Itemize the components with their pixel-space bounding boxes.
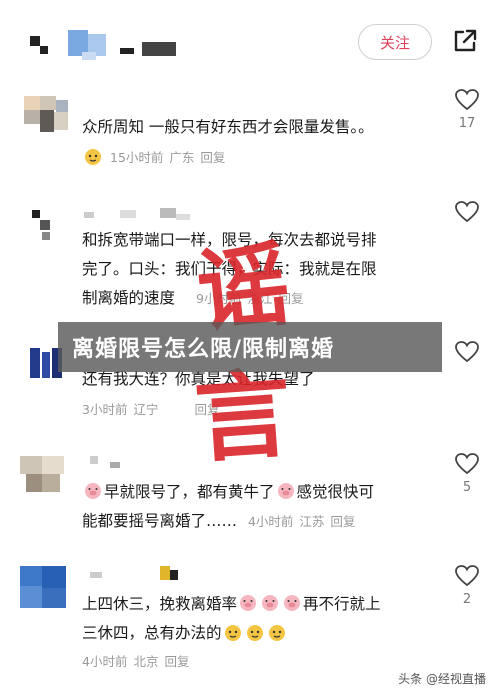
- heart-icon: [455, 565, 479, 587]
- comment-meta: 4小时前 北京 回复: [82, 651, 189, 670]
- like-button[interactable]: 5: [452, 452, 482, 495]
- follow-button[interactable]: 关注: [358, 24, 432, 60]
- comment-meta: 4小时前 江苏 回复: [248, 507, 355, 536]
- reply-button[interactable]: 回复: [200, 147, 225, 166]
- like-count: 17: [458, 116, 476, 131]
- user-name-pixelated: [24, 30, 184, 60]
- comment-location: 北京: [133, 654, 159, 669]
- comment-location: 广东: [169, 149, 195, 165]
- like-button[interactable]: 17: [452, 88, 482, 131]
- emoji-pig-icon: [262, 595, 279, 611]
- heart-icon: [455, 201, 479, 223]
- comment-text: 上四休三，挽救离婚率 再不行就上 三休四，总有办法的: [82, 595, 381, 642]
- comment-time: 3小时前: [82, 402, 128, 417]
- user-name-pixelated: [84, 566, 184, 582]
- avatar[interactable]: [28, 206, 58, 242]
- comment-location: 江苏: [299, 514, 325, 529]
- emoji-face-icon: [224, 625, 241, 641]
- avatar[interactable]: [20, 96, 70, 134]
- comment-time: 15小时前: [110, 149, 164, 165]
- avatar[interactable]: [20, 566, 68, 610]
- comment-time: 4小时前: [82, 654, 128, 669]
- heart-icon: [455, 341, 479, 363]
- comment-time: 4小时前: [247, 514, 294, 529]
- emoji-face-icon: [246, 625, 263, 641]
- heart-icon: [455, 89, 479, 111]
- like-button[interactable]: 2: [452, 564, 482, 607]
- emoji-face-icon: [85, 149, 101, 165]
- emoji-pig-icon: [85, 483, 101, 499]
- like-count: 5: [462, 480, 472, 495]
- reply-button[interactable]: 回复: [330, 507, 355, 536]
- title-banner: 离婚限号怎么限/限制离婚: [58, 322, 442, 372]
- watermark: 头条 @经视直播: [398, 672, 486, 686]
- comment-meta: 15小时前 广东 回复: [82, 146, 225, 166]
- svg-text:言: 言: [191, 358, 295, 475]
- avatar[interactable]: [20, 456, 66, 496]
- heart-icon: [455, 453, 479, 475]
- comment-text: 早就限号了，都有黄牛了 感觉很快可 能都要摇号离婚了…… 4小时前 江苏 回复: [82, 478, 374, 536]
- like-button[interactable]: [452, 200, 482, 228]
- emoji-face-icon: [268, 625, 285, 641]
- user-name-pixelated: [84, 208, 194, 222]
- emoji-pig-icon: [240, 595, 257, 611]
- reply-button[interactable]: 回复: [164, 651, 189, 670]
- emoji-pig-icon: [277, 483, 294, 499]
- like-count: 2: [462, 592, 472, 607]
- comment-text: 众所周知 一般只有好东西才会限量发售。。: [82, 118, 374, 136]
- like-button[interactable]: [452, 340, 482, 368]
- comment-location: 辽宁: [133, 402, 159, 417]
- emoji-pig-icon: [284, 595, 301, 611]
- user-name-pixelated: [84, 456, 134, 470]
- share-icon[interactable]: [452, 28, 478, 54]
